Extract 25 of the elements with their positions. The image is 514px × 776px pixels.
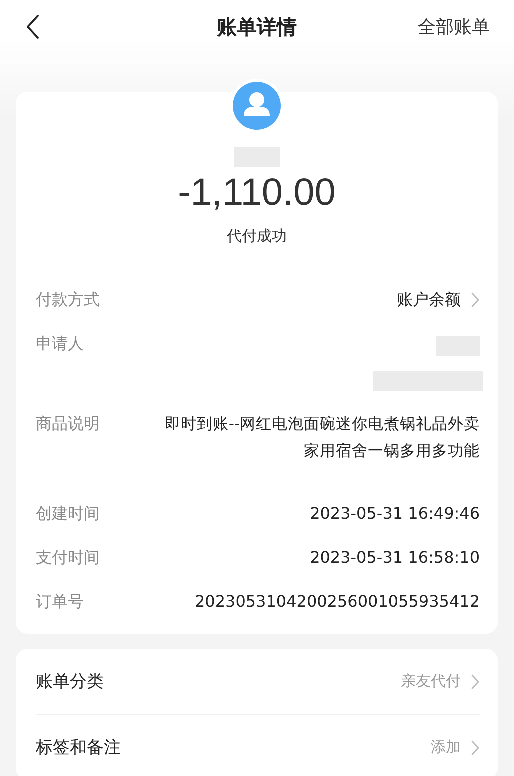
field-value: 2023-05-31 16:58:10 [310, 547, 480, 569]
page-title: 账单详情 [216, 14, 298, 40]
description-text: 即时到账--网红电泡面碗迷你电煮锅礼品外卖 家用宿舍一锅多用多功能 [164, 414, 480, 462]
settings-value: 添加 [431, 738, 461, 757]
all-bills-link[interactable]: 全部账单 [418, 15, 490, 39]
field-label: 订单号 [36, 591, 84, 613]
chevron-icon [471, 674, 480, 690]
field-label: 付款方式 [36, 289, 100, 311]
back-button[interactable] [24, 12, 42, 42]
field-label: 商品说明 [36, 413, 100, 435]
settings-label: 账单分类 [36, 671, 104, 693]
status-text: 代付成功 [227, 226, 287, 247]
field-label: 申请人 [36, 333, 84, 355]
value-link[interactable]: 账户余额 [397, 289, 480, 311]
settings-row[interactable]: 账单分类 亲友代付 [36, 649, 480, 714]
settings-row[interactable]: 标签和备注 添加 [36, 715, 480, 776]
field-value: 2023-05-31 16:49:46 [310, 503, 480, 525]
amount-text: -1,110.00 [178, 172, 336, 214]
field-value: 2023053104200256001055935412 [194, 591, 480, 613]
chevron-icon [471, 292, 480, 308]
settings-label: 标签和备注 [36, 737, 121, 759]
field-label: 支付时间 [36, 547, 100, 569]
settings-value: 亲友代付 [401, 672, 461, 691]
chevron-icon [471, 740, 480, 756]
field-label: 创建时间 [36, 503, 100, 525]
